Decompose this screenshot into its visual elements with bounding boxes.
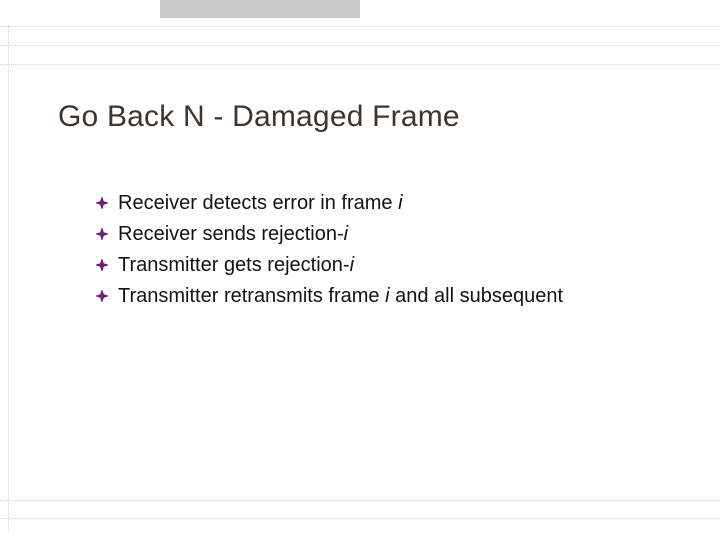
dotted-rule: [0, 518, 720, 519]
diamond-bullet-icon: [96, 259, 108, 271]
list-item-text: Receiver sends rejection-i: [118, 219, 680, 250]
list-item-text: Transmitter retransmits frame i and all …: [118, 281, 680, 312]
bullet-list: Receiver detects error in frame i Receiv…: [96, 188, 680, 312]
slide: Go Back N - Damaged Frame Receiver detec…: [0, 0, 720, 540]
dotted-column: [8, 26, 9, 532]
list-item: Transmitter gets rejection-i: [96, 250, 680, 281]
top-grey-bar: [160, 0, 360, 18]
list-item: Transmitter retransmits frame i and all …: [96, 281, 680, 312]
text-pre: Receiver detects error in frame: [118, 192, 398, 214]
text-var: i: [398, 192, 402, 214]
slide-title: Go Back N - Damaged Frame: [58, 100, 460, 134]
list-item-text: Transmitter gets rejection-i: [118, 250, 680, 281]
list-item: Receiver detects error in frame i: [96, 188, 680, 219]
text-post: and all subsequent: [390, 285, 563, 307]
diamond-bullet-icon: [96, 197, 108, 209]
text-pre: Receiver sends rejection-: [118, 223, 344, 245]
dotted-rule: [0, 64, 720, 65]
list-item: Receiver sends rejection-i: [96, 219, 680, 250]
text-pre: Transmitter gets rejection-: [118, 254, 350, 276]
dotted-rule: [0, 26, 720, 27]
text-pre: Transmitter retransmits frame: [118, 285, 385, 307]
diamond-bullet-icon: [96, 290, 108, 302]
text-var: i: [344, 223, 348, 245]
dotted-rule: [0, 45, 720, 46]
text-var: i: [350, 254, 354, 276]
list-item-text: Receiver detects error in frame i: [118, 188, 680, 219]
dotted-rule: [0, 500, 720, 501]
diamond-bullet-icon: [96, 228, 108, 240]
